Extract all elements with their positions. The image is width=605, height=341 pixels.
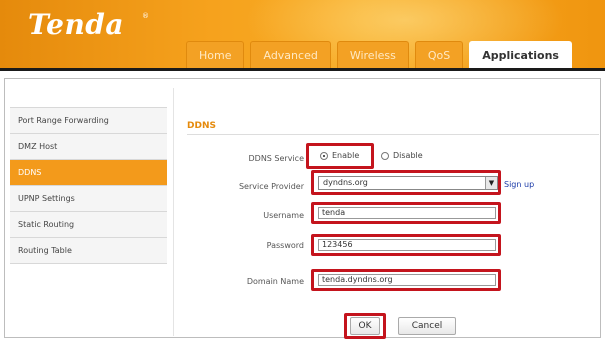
dropdown-arrow-icon[interactable]: ▼ [485,177,497,189]
sign-up-link[interactable]: Sign up [504,180,534,189]
ok-button[interactable]: OK [350,317,380,335]
password-field[interactable]: 123456 [318,239,496,251]
domain-name-label: Domain Name [246,277,304,286]
service-provider-label: Service Provider [238,182,304,191]
registered-mark: ® [142,12,149,20]
tab-qos[interactable]: QoS [414,41,464,68]
enable-label: Enable [332,151,360,160]
tenda-logo: Tenda [28,8,125,41]
tab-advanced[interactable]: Advanced [250,41,331,68]
tab-wireless[interactable]: Wireless [336,41,409,68]
password-label: Password [266,241,304,250]
disable-option[interactable]: Disable [381,151,423,160]
sidebar-item-port-range-forwarding[interactable]: Port Range Forwarding [10,108,167,134]
username-field[interactable]: tenda [318,207,496,219]
enable-option[interactable]: Enable [320,151,359,160]
sidebar-item-static-routing[interactable]: Static Routing [10,212,167,238]
tab-applications[interactable]: Applications [469,41,572,68]
sidebar: Port Range Forwarding DMZ Host DDNS UPNP… [10,108,167,264]
sidebar-item-routing-table[interactable]: Routing Table [10,238,167,264]
enable-radio[interactable] [320,151,328,160]
sidebar-item-upnp-settings[interactable]: UPNP Settings [10,186,167,212]
sidebar-item-ddns[interactable]: DDNS [10,160,167,186]
sidebar-item-dmz-host[interactable]: DMZ Host [10,134,167,160]
main-tabs: Home Advanced Wireless QoS Applications [186,41,578,68]
username-label: Username [263,211,304,220]
section-title: DDNS [187,121,216,131]
section-divider [187,134,599,135]
tab-home[interactable]: Home [186,41,245,68]
service-provider-select[interactable]: dyndns.org ▼ [318,176,498,190]
cancel-button[interactable]: Cancel [398,317,456,335]
disable-radio[interactable] [381,151,389,160]
disable-label: Disable [393,151,423,160]
header-bar: Tenda ® Home Advanced Wireless QoS Appli… [0,0,605,71]
domain-name-field[interactable]: tenda.dyndns.org [318,274,496,286]
service-provider-value: dyndns.org [323,178,368,187]
sidebar-content-divider [173,88,174,336]
ddns-service-label: DDNS Service [248,154,305,163]
